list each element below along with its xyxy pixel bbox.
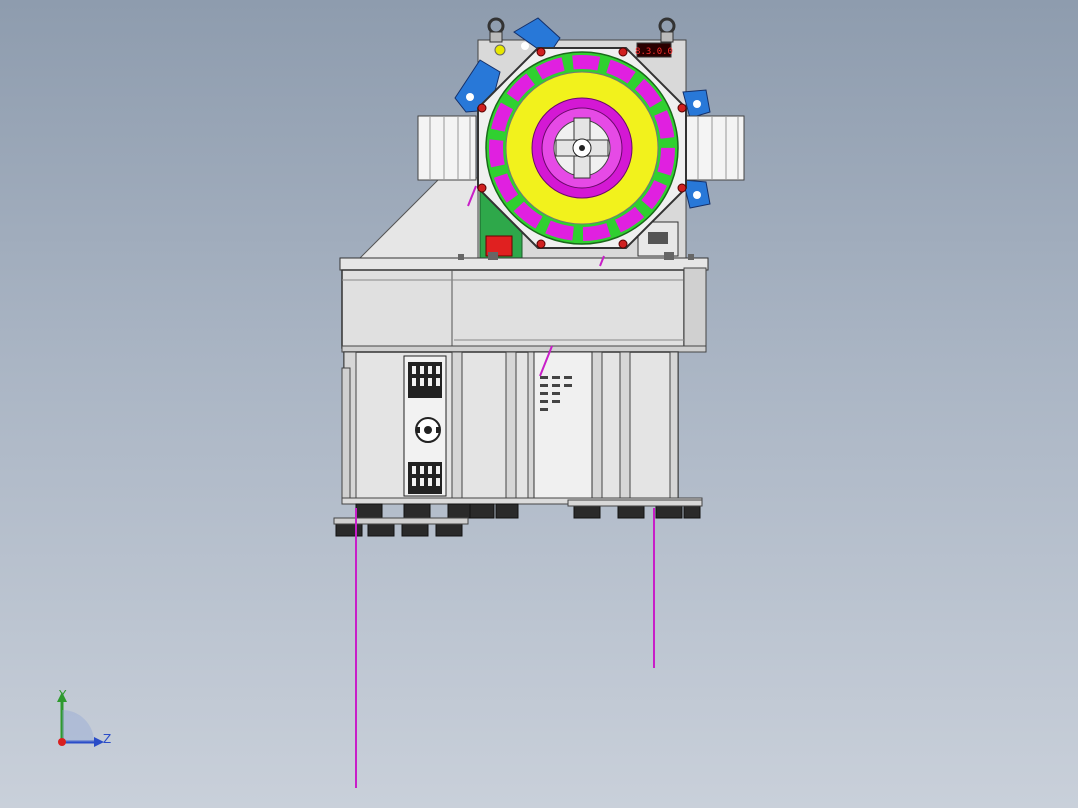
foot-plate-right bbox=[567, 499, 703, 507]
base-plate[interactable] bbox=[339, 257, 709, 271]
cooling-fan-left[interactable] bbox=[417, 115, 477, 181]
triad-z-label: Z bbox=[103, 732, 112, 746]
triad-y-label: Y bbox=[59, 688, 67, 702]
display-readout: 8.3.0.0 bbox=[635, 47, 673, 57]
foot-plate bbox=[333, 517, 469, 525]
lifting-eye-right[interactable] bbox=[658, 17, 676, 43]
machine-assembly-model[interactable]: 8.3.0.0 bbox=[0, 0, 1078, 808]
inverter-cabinet[interactable] bbox=[533, 351, 593, 499]
lifting-eye-left[interactable] bbox=[487, 17, 505, 43]
control-panel[interactable] bbox=[403, 355, 447, 497]
cooling-fan-right[interactable] bbox=[685, 115, 745, 181]
digital-display: 8.3.0.0 bbox=[635, 42, 673, 58]
coordinate-triad bbox=[57, 692, 104, 747]
status-indicator bbox=[494, 44, 506, 56]
triad-arc bbox=[62, 710, 94, 742]
mid-rail bbox=[341, 345, 707, 353]
side-panel-left bbox=[341, 367, 351, 499]
upper-frame-box[interactable] bbox=[341, 269, 685, 349]
x-axis-origin bbox=[58, 738, 66, 746]
cad-viewport[interactable]: 8.3.0.0 Y Z bbox=[0, 0, 1078, 808]
